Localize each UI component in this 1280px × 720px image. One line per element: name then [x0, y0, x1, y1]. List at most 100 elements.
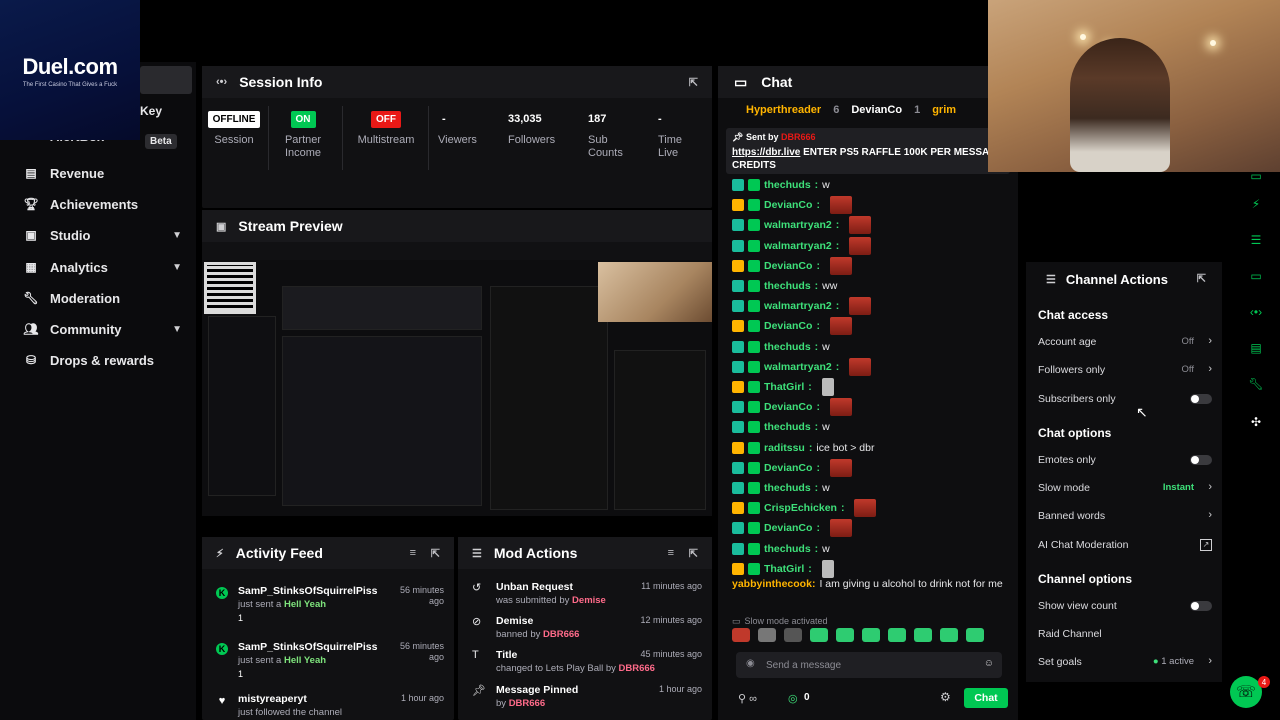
- emote-image: [829, 196, 852, 215]
- slow-mode-icon: ▭: [732, 615, 741, 626]
- wrench-icon[interactable]: 🔧︎: [1244, 372, 1268, 396]
- mod-action-by: DBR666: [508, 698, 546, 709]
- chat-message: DevianCo:: [732, 458, 852, 477]
- emotes-only-toggle[interactable]: [1190, 455, 1212, 465]
- chat-user[interactable]: thechuds: [764, 421, 811, 433]
- stat-time-live: - Time Live: [658, 110, 692, 160]
- popout-icon[interactable]: ⇱: [689, 76, 698, 89]
- pin-icon: 📌︎: [472, 685, 486, 697]
- setting-ai-chat-moderation[interactable]: AI Chat Moderation ↗: [1038, 539, 1218, 555]
- chat-user[interactable]: thechuds: [764, 482, 811, 494]
- chat-user[interactable]: raditssu: [764, 442, 805, 454]
- preview-mini-sidebar: [208, 316, 276, 496]
- settings-icon[interactable]: ✣: [1244, 410, 1268, 434]
- gifter-name[interactable]: Hyperthreader: [746, 104, 821, 116]
- subscribers-only-toggle[interactable]: [1190, 394, 1212, 404]
- chat-colon: :: [835, 300, 840, 313]
- sidebar-search[interactable]: [140, 66, 192, 94]
- setting-account-age[interactable]: Account age Off ›: [1038, 335, 1218, 352]
- lightning-icon[interactable]: ⚡︎: [1244, 192, 1268, 216]
- chat-user[interactable]: ThatGirl: [764, 563, 804, 575]
- stream-icon[interactable]: ▤: [1244, 336, 1268, 360]
- chat-user[interactable]: thechuds: [764, 341, 811, 353]
- chat-user[interactable]: DevianCo: [764, 320, 812, 332]
- feed-user[interactable]: SamP_StinksOfSquirrelPiss: [238, 585, 377, 597]
- chat-user[interactable]: DevianCo: [764, 401, 812, 413]
- mod-action-by: DBR666: [543, 629, 580, 640]
- chat-user[interactable]: walmartryan2: [764, 240, 832, 252]
- popout-icon[interactable]: ⇱: [431, 547, 440, 560]
- filter-icon[interactable]: ≡: [410, 547, 416, 559]
- mod-action-by: Demise: [572, 595, 606, 606]
- chat-message: walmartryan2:: [732, 216, 872, 235]
- chat-message: CrispEchicken:: [732, 499, 877, 518]
- gifter-name[interactable]: grim: [932, 104, 956, 116]
- gear-icon[interactable]: ⚙: [940, 690, 951, 704]
- sidebar-item-revenue[interactable]: ▤ Revenue: [24, 162, 190, 184]
- mod-action-time: 12 minutes ago: [640, 615, 702, 625]
- send-chat-button[interactable]: Chat: [964, 688, 1008, 708]
- sidebar-item-moderation[interactable]: 🔧︎ Moderation: [23, 287, 190, 309]
- setting-set-goals[interactable]: Set goals ● 1 active ›: [1038, 655, 1218, 672]
- chat-user[interactable]: thechuds: [764, 280, 811, 292]
- sidebar-item-stream-key[interactable]: Key: [140, 104, 162, 118]
- setting-slow-mode[interactable]: Slow mode Instant ›: [1038, 481, 1218, 498]
- emoji-icon[interactable]: ☺: [984, 658, 994, 669]
- chat-user[interactable]: walmartryan2: [764, 361, 832, 373]
- sidebar-item-analytics[interactable]: ▦ Analytics ▼: [24, 256, 190, 278]
- setting-followers-only[interactable]: Followers only Off ›: [1038, 363, 1218, 380]
- link-icon[interactable]: ⚲ ∞: [738, 692, 757, 705]
- gifter-name[interactable]: DevianCo: [851, 104, 902, 116]
- vip-badge-icon: [748, 482, 760, 494]
- chat-user[interactable]: CrispEchicken: [764, 502, 837, 514]
- mod-action-desc: banned by DBR666: [496, 629, 580, 640]
- chat-user[interactable]: DevianCo: [764, 260, 812, 272]
- show-view-count-toggle[interactable]: [1190, 601, 1212, 611]
- setting-raid-channel[interactable]: Raid Channel: [1038, 628, 1218, 644]
- mod-action-time: 1 hour ago: [658, 684, 702, 694]
- stream-preview-video[interactable]: [202, 260, 712, 516]
- chat-mode-icon[interactable]: ◉: [746, 658, 755, 669]
- setting-banned-words[interactable]: Banned words ›: [1038, 509, 1218, 526]
- setting-emotes-only: Emotes only: [1038, 454, 1218, 470]
- pinned-message[interactable]: 📌︎ Sent by DBR666 https://dbr.live ENTER…: [726, 128, 1010, 174]
- feed-user[interactable]: mistyreaperyt: [238, 693, 307, 705]
- sidebar-item-drops[interactable]: ⛁ Drops & rewards: [24, 349, 190, 371]
- vip-badge-icon: [748, 441, 760, 454]
- chat-user[interactable]: thechuds: [764, 179, 811, 191]
- chat-user[interactable]: thechuds: [764, 543, 811, 555]
- feed-user[interactable]: SamP_StinksOfSquirrelPiss: [238, 641, 377, 653]
- chat-user[interactable]: DevianCo: [764, 462, 812, 474]
- sidebar-item-achievements[interactable]: 🏆︎ Achievements: [23, 193, 190, 215]
- chat-user[interactable]: walmartryan2: [764, 300, 832, 312]
- broadcast-icon[interactable]: ‹•›: [1244, 300, 1268, 324]
- chat-colon: :: [835, 239, 840, 252]
- popout-icon[interactable]: ⇱: [689, 547, 698, 560]
- chat-colon: :: [814, 421, 819, 434]
- sidebar-item-community[interactable]: 👥︎ Community ▼: [23, 318, 190, 340]
- sub-badge-icon: [732, 360, 744, 373]
- title-icon: T: [472, 649, 479, 661]
- chat-user[interactable]: ThatGirl: [764, 381, 804, 393]
- chat-user[interactable]: yabbyinthecook:: [732, 578, 815, 590]
- sidebar-item-label: Drops & rewards: [50, 352, 155, 368]
- chat-message: yabbyinthecook: I am giving u alcohol to…: [732, 578, 1012, 606]
- sidebar-item-studio[interactable]: ▣ Studio ▼: [24, 224, 190, 246]
- chat-user[interactable]: walmartryan2: [764, 219, 832, 231]
- chat-input[interactable]: ◉ Send a message ☺: [736, 652, 1002, 678]
- vip-badge-icon: [748, 562, 760, 575]
- vip-badge-icon: [748, 542, 760, 555]
- feed-item: K SamP_StinksOfSquirrelPiss just sent a …: [202, 585, 454, 625]
- list-icon[interactable]: ☰: [1244, 228, 1268, 252]
- chat-user[interactable]: DevianCo: [764, 199, 812, 211]
- chat-user[interactable]: DevianCo: [764, 522, 812, 534]
- pinned-link: https://dbr.live: [732, 147, 801, 158]
- chat-colon: :: [816, 259, 820, 272]
- emote-bar[interactable]: [732, 628, 1012, 646]
- chat-text: w: [822, 542, 830, 555]
- chat-colon: :: [840, 502, 845, 515]
- popout-icon[interactable]: ⇱: [1197, 272, 1206, 285]
- chat-icon[interactable]: ▭: [1244, 264, 1268, 288]
- emote-image: [821, 378, 834, 396]
- filter-icon[interactable]: ≡: [668, 547, 674, 559]
